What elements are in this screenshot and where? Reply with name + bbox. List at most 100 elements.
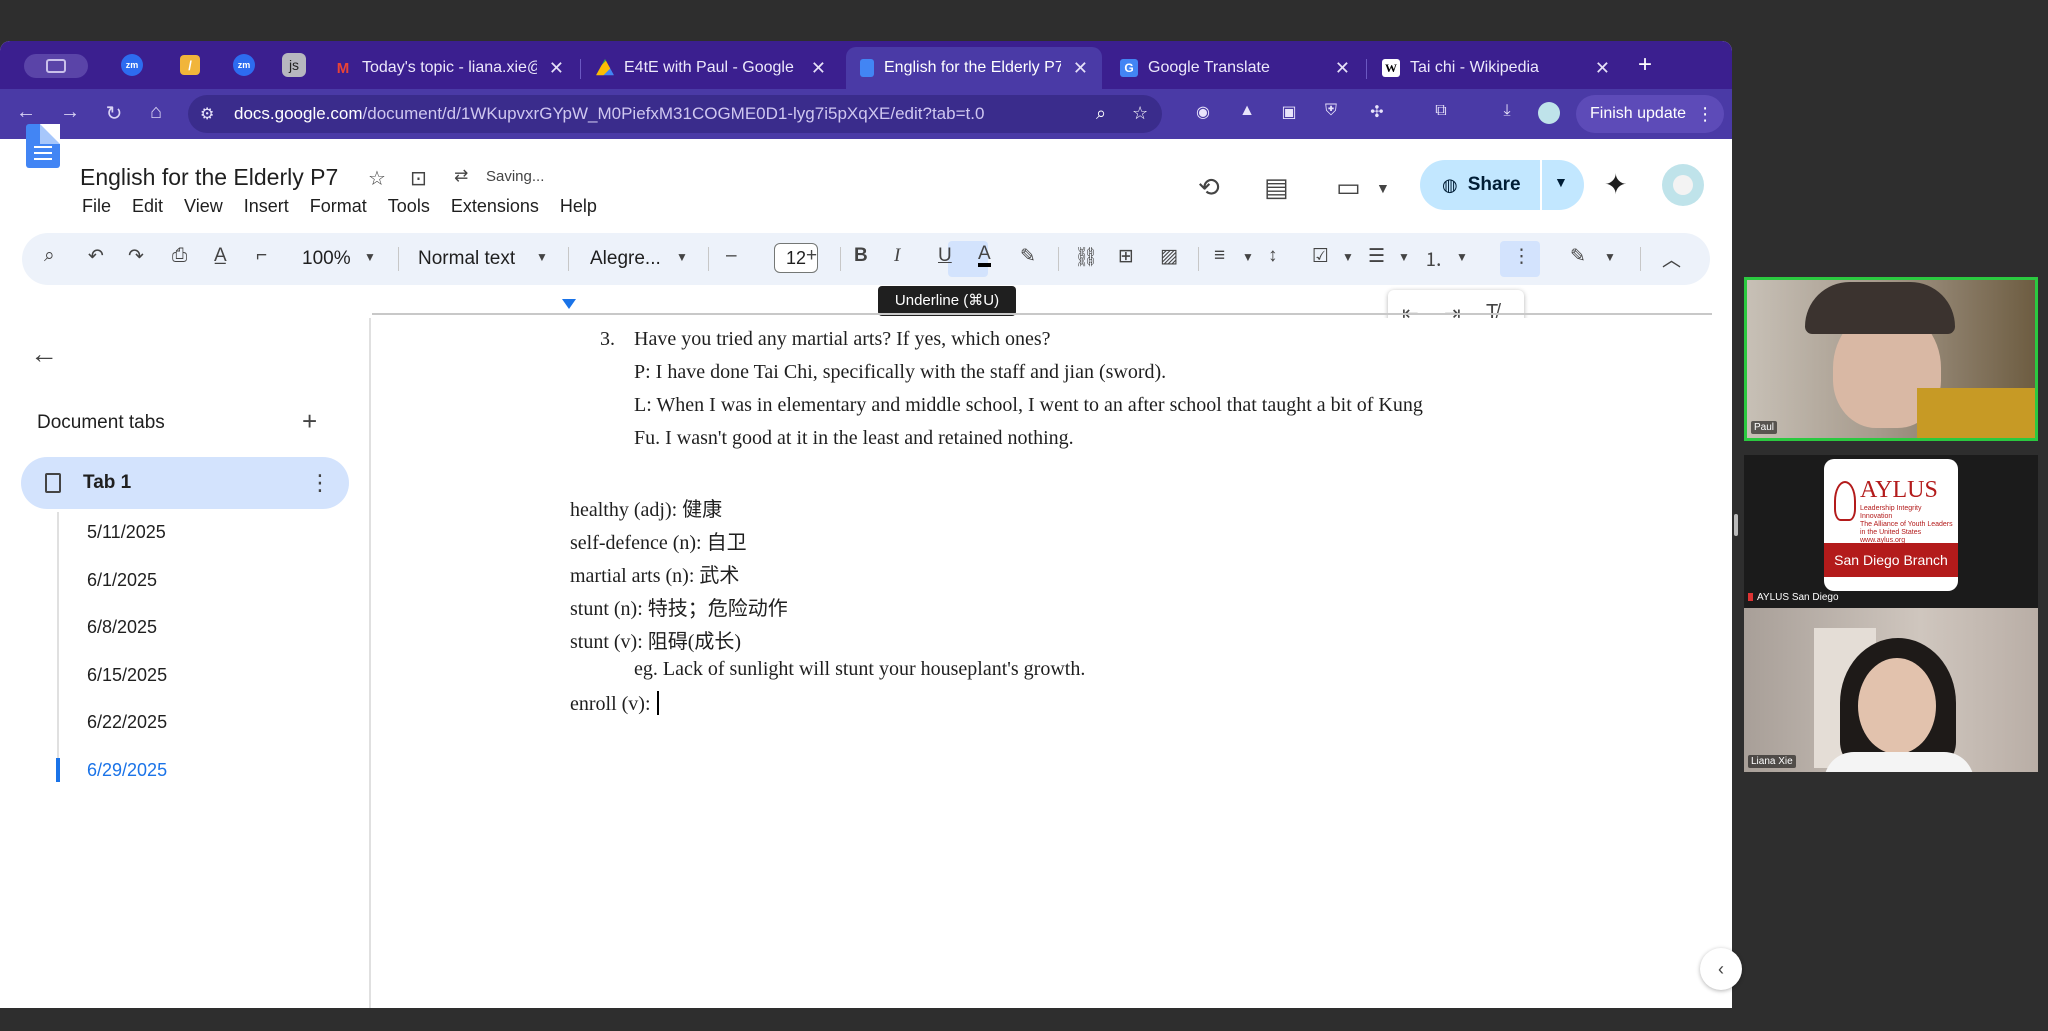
increase-font-size-icon[interactable]: + [806, 245, 817, 267]
checklist-icon[interactable]: ☑ [1312, 245, 1329, 268]
video-tile-liana[interactable]: Liana Xie [1744, 608, 2038, 772]
forward-icon[interactable]: → [56, 101, 84, 124]
zoom-lens-icon[interactable]: ⌕ [1096, 103, 1106, 124]
panel-resize-handle[interactable] [1734, 514, 1738, 536]
font-family-select[interactable]: Alegre... [590, 248, 661, 270]
close-outline-arrow-icon[interactable]: ← [30, 338, 58, 370]
menu-tools[interactable]: Tools [388, 196, 430, 217]
sidebar-tab-1[interactable]: Tab 1 ⋮ [21, 457, 349, 509]
document-canvas[interactable]: 3. Have you tried any martial arts? If y… [372, 318, 1732, 1008]
text-color-button[interactable]: A [978, 244, 991, 267]
close-icon[interactable]: ✕ [549, 58, 564, 79]
move-folder-icon[interactable]: ⊡ [410, 166, 427, 191]
numbered-list-icon[interactable]: ⒈ [1424, 245, 1443, 272]
menu-view[interactable]: View [184, 196, 223, 217]
outline-item-6-15-2025[interactable]: 6/15/2025 [87, 665, 167, 686]
chevron-down-icon[interactable]: ▼ [1554, 174, 1568, 190]
italic-button[interactable]: I [894, 245, 900, 267]
menu-format[interactable]: Format [310, 196, 367, 217]
line-spacing-icon[interactable]: ↕ [1268, 245, 1278, 267]
chevron-left-icon[interactable]: ‹ [1700, 948, 1742, 990]
chevron-down-icon[interactable]: ▼ [364, 250, 376, 264]
redo-icon[interactable]: ↷ [128, 245, 144, 268]
close-icon[interactable]: ✕ [811, 58, 826, 79]
hide-menus-chevron-up-icon[interactable]: ︿ [1662, 245, 1681, 272]
outline-item-6-1-2025[interactable]: 6/1/2025 [87, 570, 157, 591]
bulleted-list-icon[interactable]: ☰ [1368, 245, 1385, 268]
new-tab-button[interactable]: + [1638, 51, 1652, 79]
pinned-tab-js[interactable]: js [280, 51, 308, 79]
chevron-down-icon[interactable]: ▼ [1456, 250, 1468, 264]
chevron-down-icon[interactable]: ▼ [536, 250, 548, 264]
chevron-down-icon[interactable]: ▼ [1342, 250, 1354, 264]
tab-gmail[interactable]: M Today's topic - liana.xie@ ✕ [320, 47, 578, 89]
chevron-down-icon[interactable]: ▼ [676, 250, 688, 264]
menu-insert[interactable]: Insert [244, 196, 289, 217]
site-settings-icon[interactable]: ⚙ [200, 104, 222, 124]
version-history-icon[interactable]: ⟲ [1198, 172, 1220, 203]
tab-group[interactable] [24, 54, 88, 78]
pinned-tab-slash[interactable]: / [176, 51, 204, 79]
zoom-select[interactable]: 100% [302, 248, 351, 270]
avatar[interactable] [1662, 164, 1704, 206]
menu-file[interactable]: File [82, 196, 111, 217]
tab-translate[interactable]: G Google Translate ✕ [1106, 47, 1364, 89]
tab-docs-active[interactable]: English for the Elderly P7 ✕ [846, 47, 1102, 89]
star-icon[interactable]: ☆ [368, 166, 386, 191]
insert-link-icon[interactable]: ⛓ [1074, 245, 1098, 269]
extension-shield-icon[interactable]: ⛨ [1320, 102, 1342, 124]
outline-item-6-29-2025[interactable]: 6/29/2025 [87, 760, 167, 781]
chevron-down-icon[interactable]: ▼ [1604, 250, 1616, 264]
address-bar[interactable]: ⚙ docs.google.com/document/d/1WKupvxrGYp… [188, 95, 1162, 133]
more-options-icon[interactable]: ⋮ [1512, 245, 1531, 268]
extension-drive-icon[interactable]: ▲ [1236, 102, 1258, 124]
insert-image-icon[interactable]: ▨ [1160, 245, 1178, 268]
align-left-icon[interactable]: ≡ [1214, 245, 1225, 267]
undo-icon[interactable]: ↶ [88, 245, 104, 268]
tab-wikipedia[interactable]: W Tai chi - Wikipedia ✕ [1368, 47, 1624, 89]
bold-button[interactable]: B [854, 245, 868, 267]
menu-extensions[interactable]: Extensions [451, 196, 539, 217]
chevron-down-icon[interactable]: ▼ [1242, 250, 1254, 264]
outline-item-6-22-2025[interactable]: 6/22/2025 [87, 712, 167, 733]
extension-glasses-icon[interactable]: ◉ [1192, 102, 1214, 124]
kebab-menu-icon[interactable]: ⋮ [309, 470, 331, 496]
add-tab-icon[interactable]: + [302, 406, 317, 437]
extension-translate-icon[interactable]: ▣ [1278, 102, 1300, 124]
finish-update-button[interactable]: Finish update ⋮ [1576, 95, 1724, 133]
outline-item-6-8-2025[interactable]: 6/8/2025 [87, 617, 157, 638]
download-icon[interactable]: ⤓ [1496, 102, 1518, 124]
close-icon[interactable]: ✕ [1595, 58, 1610, 79]
menu-help[interactable]: Help [560, 196, 597, 217]
tab-search-icon[interactable]: ⧉ [1430, 102, 1452, 124]
reload-icon[interactable]: ↻ [100, 101, 128, 126]
add-comment-icon[interactable]: ⊞ [1118, 245, 1134, 268]
home-icon[interactable]: ⌂ [142, 101, 170, 124]
meet-camera-icon[interactable]: ▭ [1336, 172, 1361, 203]
extensions-puzzle-icon[interactable]: ✣ [1366, 102, 1388, 124]
spellcheck-icon[interactable]: A̲ [214, 245, 227, 267]
gemini-sparkle-icon[interactable]: ✦ [1604, 168, 1627, 201]
pinned-tab-zoom-2[interactable]: zm [230, 51, 258, 79]
bookmark-star-icon[interactable]: ☆ [1132, 103, 1148, 124]
decrease-font-size-icon[interactable]: – [726, 245, 737, 267]
google-docs-logo-icon[interactable] [26, 124, 60, 168]
tab-drive[interactable]: E4tE with Paul - Google D ✕ [582, 47, 840, 89]
paragraph-style-select[interactable]: Normal text [418, 248, 515, 270]
comments-icon[interactable]: ▤ [1264, 172, 1289, 203]
back-icon[interactable]: ← [12, 101, 40, 124]
editing-mode-pencil-icon[interactable]: ✎ [1570, 245, 1586, 268]
outline-item-5-11-2025[interactable]: 5/11/2025 [87, 522, 166, 543]
menu-edit[interactable]: Edit [132, 196, 163, 217]
profile-avatar-icon[interactable] [1538, 102, 1560, 124]
share-button[interactable]: ◍ Share ▼ [1420, 160, 1584, 210]
underline-button[interactable]: U [938, 245, 952, 267]
chevron-down-icon[interactable]: ▼ [1398, 250, 1410, 264]
close-icon[interactable]: ✕ [1073, 58, 1088, 79]
chevron-down-icon[interactable]: ▼ [1376, 180, 1390, 196]
close-icon[interactable]: ✕ [1335, 58, 1350, 79]
paint-format-icon[interactable]: ⌐ [256, 245, 267, 267]
document-title[interactable]: English for the Elderly P7 [80, 164, 338, 191]
search-menus-icon[interactable]: ⌕ [44, 245, 55, 267]
video-tile-paul[interactable]: Paul [1744, 277, 2038, 441]
